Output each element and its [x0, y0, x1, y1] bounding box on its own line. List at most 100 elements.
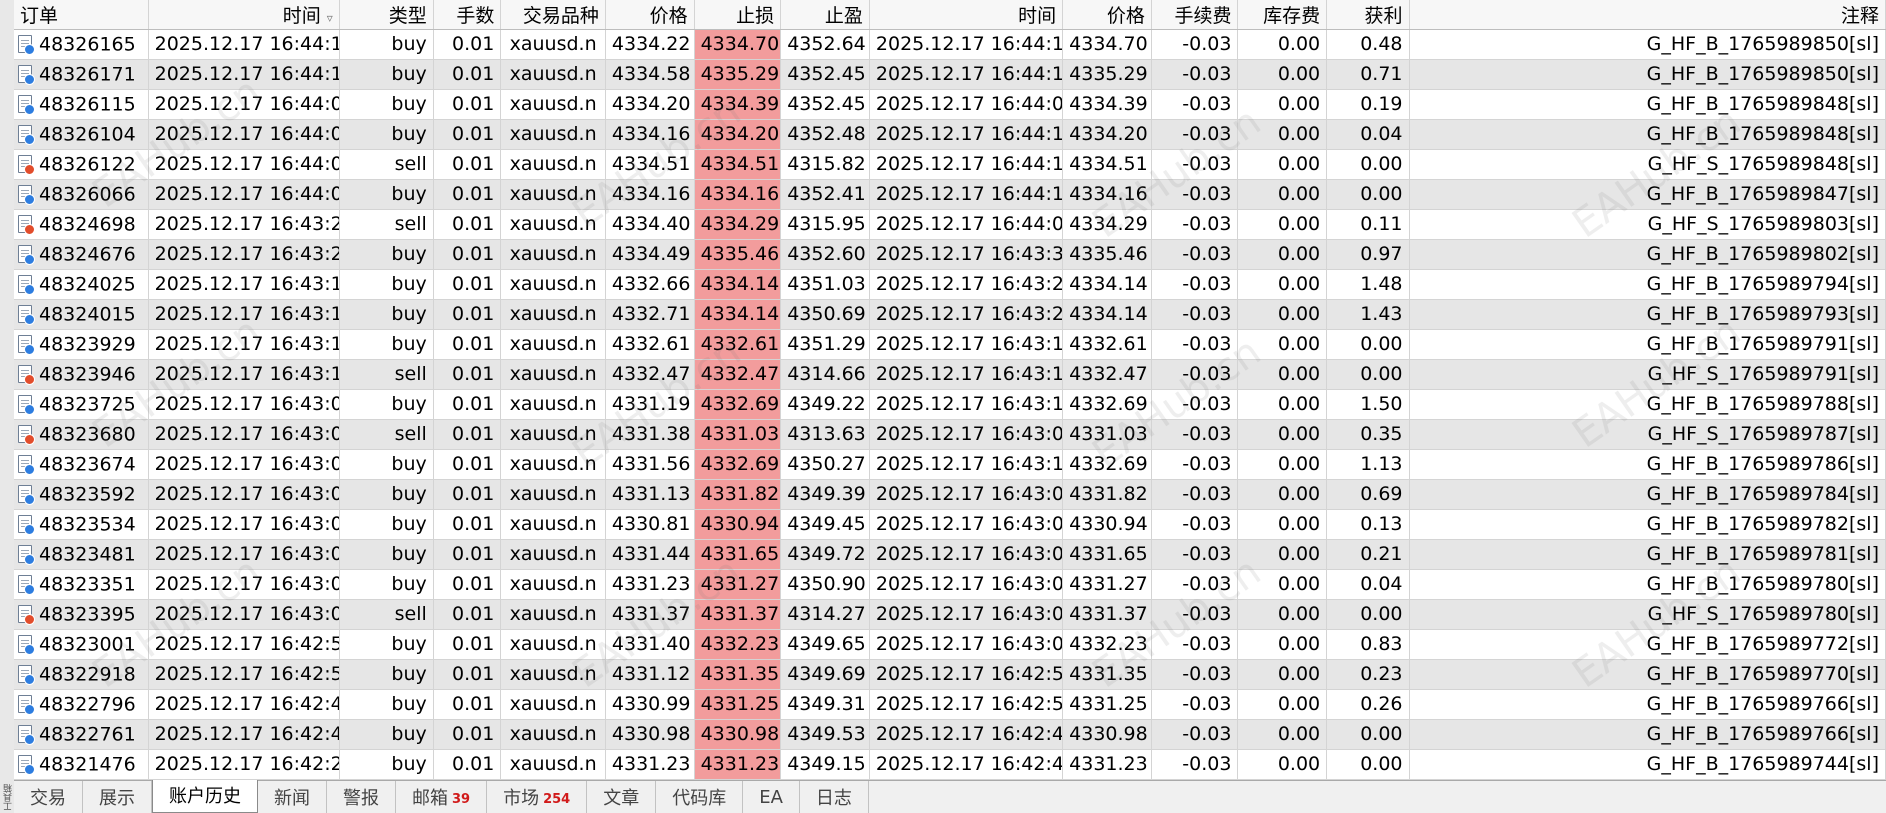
column-header-close-time[interactable]: 时间 — [869, 0, 1064, 30]
column-header-open-time[interactable]: 时间 ▿ — [148, 0, 340, 30]
tab-0[interactable]: 交易 — [14, 781, 83, 813]
column-header-sl[interactable]: 止损 — [694, 0, 782, 30]
tab-9[interactable]: EA — [743, 781, 800, 813]
table-row[interactable]: 48326115 2025.12.17 16:44:08 buy 0.01 xauusd… — [14, 89, 1886, 120]
table-row[interactable]: 48326171 2025.12.17 16:44:10 buy 0.01 xauusd… — [14, 59, 1886, 90]
cell-swap: 0.00 — [1237, 539, 1328, 570]
cell-order: 48322918 — [14, 659, 149, 690]
table-row[interactable]: 48324698 2025.12.17 16:43:23 sell 0.01 xauus… — [14, 209, 1886, 240]
table-row[interactable]: 48326165 2025.12.17 16:44:10 buy 0.01 xauusd… — [14, 29, 1886, 60]
cell-comment: G_HF_B_1765989794[sl] — [1409, 269, 1886, 300]
table-row[interactable]: 48326104 2025.12.17 16:44:08 buy 0.01 xauusd… — [14, 119, 1886, 150]
column-header-label: 获利 — [1364, 4, 1403, 27]
cell-symbol: xauusd.n — [500, 479, 606, 510]
cell-tp: 4350.90 — [780, 569, 870, 600]
tab-7[interactable]: 文章 — [587, 781, 657, 813]
cell-symbol: xauusd.n — [500, 629, 606, 660]
cell-swap: 0.00 — [1237, 299, 1328, 330]
cell-close-time: 2025.12.17 16:44:10 — [869, 179, 1064, 210]
table-row[interactable]: 48326066 2025.12.17 16:44:07 buy 0.01 xauusd… — [14, 179, 1886, 210]
table-row[interactable]: 48323725 2025.12.17 16:43:08 buy 0.01 xauusd… — [14, 389, 1886, 420]
cell-comment: G_HF_B_1765989847[sl] — [1409, 179, 1886, 210]
cell-close-price: 4332.69 — [1062, 449, 1152, 480]
cell-order: 48324015 — [14, 299, 149, 330]
column-header-type[interactable]: 类型 — [339, 0, 434, 30]
table-row[interactable]: 48323481 2025.12.17 16:43:01 buy 0.01 xauusd… — [14, 539, 1886, 570]
table-row[interactable]: 48323929 2025.12.17 16:43:11 buy 0.01 xauusd… — [14, 329, 1886, 360]
table-row[interactable]: 48324676 2025.12.17 16:43:22 buy 0.01 xauusd… — [14, 239, 1886, 270]
cell-swap: 0.00 — [1237, 89, 1328, 120]
tab-5[interactable]: 邮箱 39 — [396, 781, 488, 813]
column-header-swap[interactable]: 库存费 — [1237, 0, 1328, 30]
cell-close-price: 4331.25 — [1062, 689, 1152, 720]
cell-volume: 0.01 — [433, 359, 502, 390]
column-header-symbol[interactable]: 交易品种 — [500, 0, 606, 30]
column-header-profit[interactable]: 获利 — [1326, 0, 1410, 30]
column-header-close-price[interactable]: 价格 — [1062, 0, 1152, 30]
cell-type: buy — [339, 329, 434, 360]
tab-3[interactable]: 新闻 — [258, 781, 327, 813]
tab-2[interactable]: 账户历史 — [152, 780, 258, 813]
cell-type: buy — [339, 239, 434, 270]
cell-type: buy — [339, 269, 434, 300]
cell-profit: 1.43 — [1326, 299, 1410, 330]
cell-open-time: 2025.12.17 16:43:00 — [148, 569, 340, 600]
cell-tp: 4349.69 — [780, 659, 870, 690]
order-number: 48323592 — [39, 483, 136, 506]
cell-commission: -0.03 — [1151, 239, 1239, 270]
table-row[interactable]: 48324015 2025.12.17 16:43:13 buy 0.01 xauusd… — [14, 299, 1886, 330]
cell-open-time: 2025.12.17 16:42:51 — [148, 659, 340, 690]
cell-commission: -0.03 — [1151, 749, 1239, 780]
tab-6[interactable]: 市场 254 — [487, 781, 588, 813]
tab-label: 邮箱 — [412, 788, 448, 809]
column-header-comment[interactable]: 注释 — [1409, 0, 1886, 30]
cell-commission: -0.03 — [1151, 209, 1239, 240]
cell-type: buy — [339, 569, 434, 600]
table-row[interactable]: 48323395 2025.12.17 16:43:00 sell 0.01 xauus… — [14, 599, 1886, 630]
table-row[interactable]: 48323534 2025.12.17 16:43:03 buy 0.01 xauusd… — [14, 509, 1886, 540]
column-header-open-price[interactable]: 价格 — [605, 0, 695, 30]
cell-tp: 4349.31 — [780, 689, 870, 720]
table-row[interactable]: 48321476 2025.12.17 16:42:24 buy 0.01 xauusd… — [14, 749, 1886, 780]
cell-symbol: xauusd.n — [500, 749, 606, 780]
toolbox-side-strip[interactable]: 工具箱 — [0, 0, 15, 813]
table-row[interactable]: 48324025 2025.12.17 16:43:14 buy 0.01 xauusd… — [14, 269, 1886, 300]
tab-10[interactable]: 日志 — [800, 781, 869, 813]
cell-sl: 4331.37 — [694, 599, 782, 630]
table-row[interactable]: 48323674 2025.12.17 16:43:07 buy 0.01 xauusd… — [14, 449, 1886, 480]
cell-tp: 4349.45 — [780, 509, 870, 540]
table-row[interactable]: 48323592 2025.12.17 16:43:04 buy 0.01 xauusd… — [14, 479, 1886, 510]
cell-close-time: 2025.12.17 16:42:52 — [869, 659, 1064, 690]
column-header-tp[interactable]: 止盈 — [780, 0, 870, 30]
cell-open-price: 4334.16 — [605, 179, 695, 210]
column-header-volume[interactable]: 手数 — [433, 0, 502, 30]
cell-symbol: xauusd.n — [500, 419, 606, 450]
table-row[interactable]: 48322761 2025.12.17 16:42:46 buy 0.01 xauusd… — [14, 719, 1886, 750]
tab-8[interactable]: 代码库 — [656, 781, 744, 813]
table-row[interactable]: 48326122 2025.12.17 16:44:08 sell 0.01 xauus… — [14, 149, 1886, 180]
buy-ticket-icon — [18, 515, 35, 536]
cell-swap: 0.00 — [1237, 119, 1328, 150]
tab-1[interactable]: 展示 — [83, 781, 152, 813]
cell-tp: 4315.82 — [780, 149, 870, 180]
column-header-label: 手续费 — [1174, 4, 1232, 27]
table-row[interactable]: 48323351 2025.12.17 16:43:00 buy 0.01 xauusd… — [14, 569, 1886, 600]
table-row[interactable]: 48323946 2025.12.17 16:43:11 sell 0.01 xauus… — [14, 359, 1886, 390]
cell-tp: 4349.15 — [780, 749, 870, 780]
cell-close-time: 2025.12.17 16:43:03 — [869, 509, 1064, 540]
sell-ticket-icon — [18, 605, 35, 626]
column-header-commission[interactable]: 手续费 — [1151, 0, 1239, 30]
column-header-label: 注释 — [1840, 4, 1879, 27]
table-row[interactable]: 48322796 2025.12.17 16:42:47 buy 0.01 xauusd… — [14, 689, 1886, 720]
buy-ticket-icon — [18, 95, 35, 116]
cell-order: 48322796 — [14, 689, 149, 720]
table-row[interactable]: 48322918 2025.12.17 16:42:51 buy 0.01 xauusd… — [14, 659, 1886, 690]
column-header-order[interactable]: 订单 — [14, 0, 149, 30]
cell-order: 48323946 — [14, 359, 149, 390]
tab-4[interactable]: 警报 — [327, 781, 396, 813]
cell-symbol: xauusd.n — [500, 59, 606, 90]
table-row[interactable]: 48323680 2025.12.17 16:43:07 sell 0.01 xauus… — [14, 419, 1886, 450]
cell-symbol: xauusd.n — [500, 119, 606, 150]
column-header-label: 价格 — [1106, 4, 1145, 27]
table-row[interactable]: 48323001 2025.12.17 16:42:52 buy 0.01 xauusd… — [14, 629, 1886, 660]
